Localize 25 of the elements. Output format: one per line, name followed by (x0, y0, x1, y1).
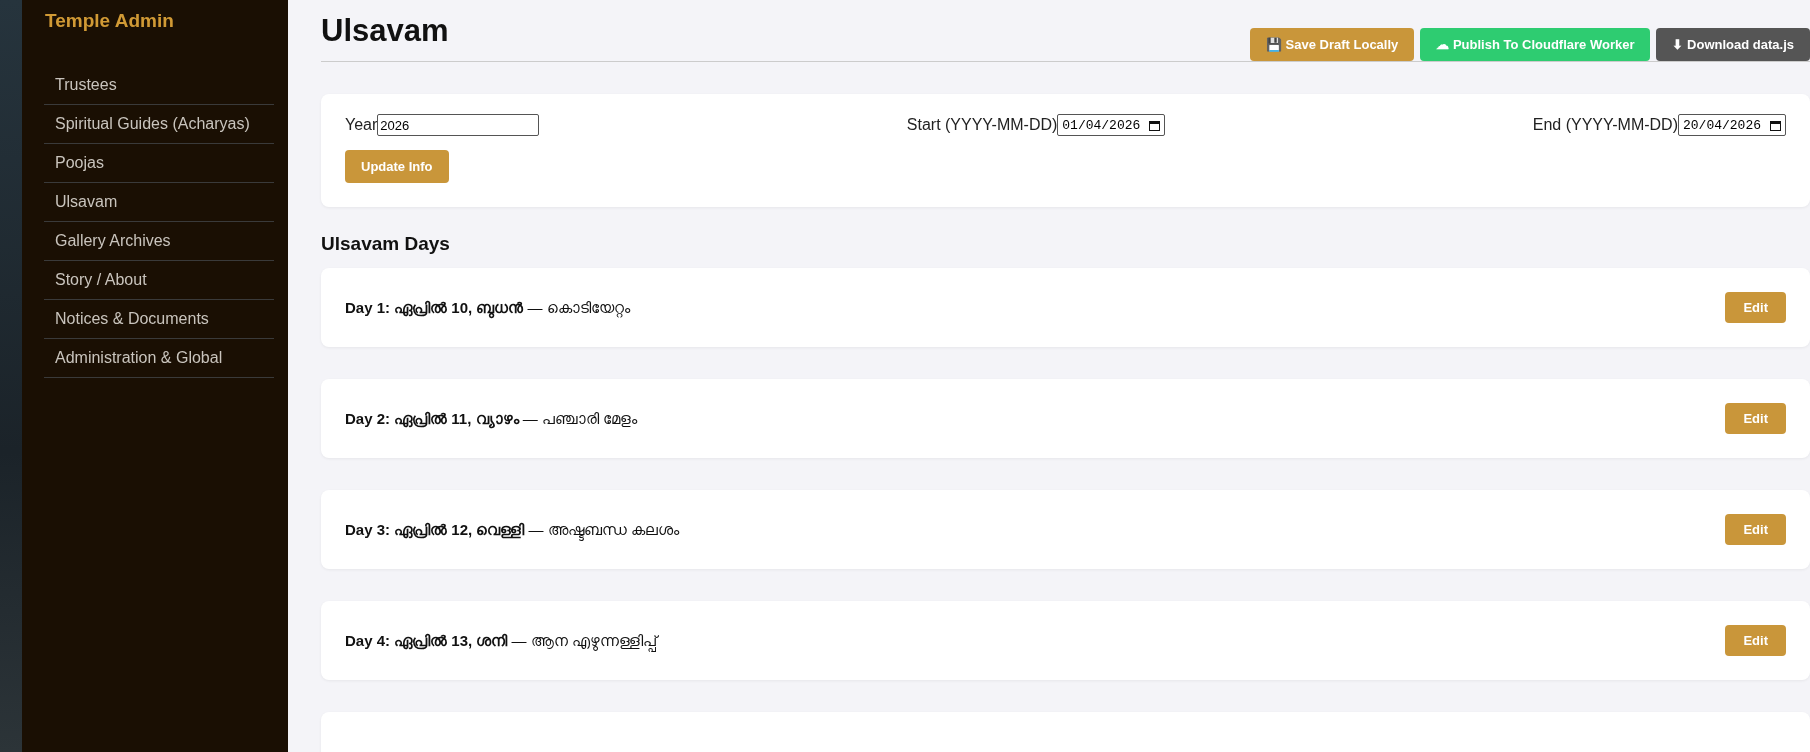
section-title: Ulsavam Days (321, 233, 451, 255)
sidebar-title: Temple Admin (44, 9, 174, 32)
sidebar-item[interactable]: Spiritual Guides (Acharyas) (44, 105, 274, 144)
save-button[interactable]: 💾 Save Draft Locally (1249, 28, 1415, 61)
day-text: Day 2: ഏപ്രിൽ 11, വ്യാഴം — പഞ്ചാരി മേളം (345, 409, 638, 428)
calendar-icon[interactable] (1149, 119, 1161, 131)
sidebar-item[interactable]: Poojas (44, 144, 274, 183)
sidebar-item[interactable]: Administration & Global (44, 339, 274, 378)
sidebar-item[interactable]: Notices & Documents (44, 300, 274, 339)
date-field[interactable]: 01/04/2026 (1057, 114, 1166, 136)
sidebar-item[interactable]: Ulsavam (44, 183, 274, 222)
field-label: Start (YYYY-MM-DD) (906, 116, 1058, 134)
date-field[interactable]: 20/04/2026 (1678, 114, 1786, 136)
day-text: Day 4: ഏപ്രിൽ 13, ശനി — ആന എഴുന്നള്ളിപ്പ് (345, 631, 657, 650)
page-title: Ulsavam (321, 12, 449, 49)
field-label: Year (345, 116, 378, 134)
sidebar-item[interactable]: Trustees (44, 66, 274, 105)
field-label: End (YYYY-MM-DD) (1532, 116, 1678, 134)
day-text: Day 1: ഏപ്രിൽ 10, ബുധൻ — കൊടിയേറ്റം (345, 298, 630, 317)
calendar-icon[interactable] (1770, 119, 1781, 131)
input-field[interactable]: 2026 (377, 114, 540, 136)
day-text: Day 3: ഏപ്രിൽ 12, വെള്ളി — അഷ്ടബന്ധ കലശം (345, 520, 679, 539)
sidebar-item[interactable]: Gallery Archives (44, 222, 274, 261)
sidebar-item[interactable]: Story / About (44, 261, 274, 300)
download-button[interactable]: ⬇ Download data.js (1656, 28, 1810, 61)
